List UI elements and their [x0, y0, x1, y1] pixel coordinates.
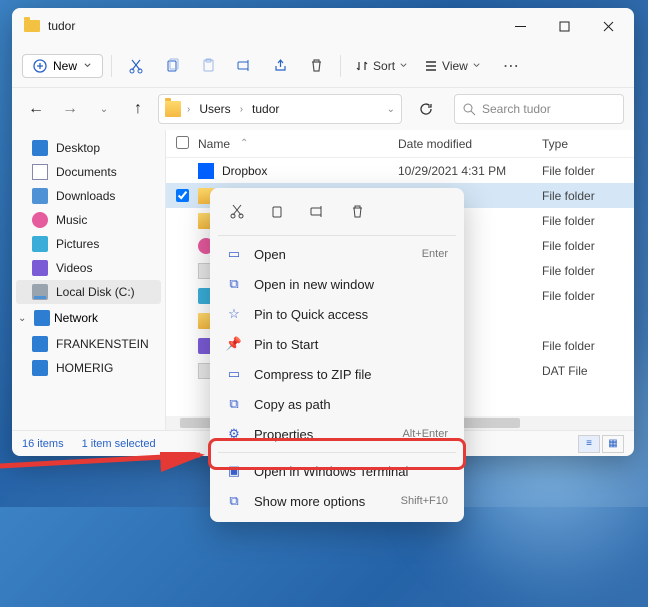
ctx-delete-icon[interactable]	[340, 196, 374, 226]
ctx-rename-icon[interactable]	[300, 196, 334, 226]
sidebar-item-music[interactable]: Music	[12, 208, 165, 232]
zip-icon: ▭	[226, 366, 242, 382]
refresh-button[interactable]	[412, 95, 440, 123]
pin-icon: 📌	[226, 336, 242, 352]
sidebar: DesktopDocumentsDownloadsMusicPicturesVi…	[12, 130, 166, 430]
new-button[interactable]: New	[22, 54, 103, 78]
cut-icon[interactable]	[120, 50, 152, 82]
music-icon	[32, 212, 48, 228]
ctx-copy-icon[interactable]	[260, 196, 294, 226]
paste-icon[interactable]	[192, 50, 224, 82]
chevron-down-icon[interactable]: ⌄	[387, 104, 395, 115]
vid-icon	[32, 260, 48, 276]
ctx-pin-to-start[interactable]: 📌Pin to Start	[216, 329, 458, 359]
navbar: ← → ⌄ ↑ › Users › tudor ⌄ Search tudor	[12, 88, 634, 130]
computer-icon	[32, 360, 48, 376]
minimize-button[interactable]	[498, 10, 542, 42]
rename-icon[interactable]	[228, 50, 260, 82]
ctx-pin-to-quick-access[interactable]: ☆Pin to Quick access	[216, 299, 458, 329]
dropbox-icon	[198, 163, 214, 179]
icons-view-button[interactable]: ▦	[602, 435, 624, 453]
search-input[interactable]: Search tudor	[454, 94, 624, 124]
ctx-copy-as-path[interactable]: ⧉Copy as path	[216, 389, 458, 419]
view-button[interactable]: View	[418, 55, 487, 77]
selected-count: 1 item selected	[82, 438, 156, 450]
item-count: 16 items	[22, 438, 64, 450]
ctx-properties[interactable]: ⚙PropertiesAlt+Enter	[216, 419, 458, 449]
disk-icon	[32, 284, 48, 300]
sidebar-network[interactable]: ⌄Network	[12, 304, 165, 332]
folder-icon	[165, 101, 181, 117]
details-view-button[interactable]: ≡	[578, 435, 600, 453]
newwin-icon: ⧉	[226, 276, 242, 292]
sidebar-item-homerig[interactable]: HOMERIG	[12, 356, 165, 380]
sidebar-item-frankenstein[interactable]: FRANKENSTEIN	[12, 332, 165, 356]
props-icon: ⚙	[226, 426, 242, 442]
sort-button[interactable]: Sort	[349, 55, 414, 77]
up-button[interactable]: ↑	[124, 95, 152, 123]
down-icon	[32, 188, 48, 204]
doc-icon	[32, 164, 48, 180]
sidebar-item-documents[interactable]: Documents	[12, 160, 165, 184]
table-row[interactable]: Dropbox 10/29/2021 4:31 PM File folder	[166, 158, 634, 183]
sidebar-item-videos[interactable]: Videos	[12, 256, 165, 280]
ctx-open-in-windows-terminal[interactable]: ▣Open in Windows Terminal	[216, 456, 458, 486]
forward-button[interactable]: →	[56, 95, 84, 123]
sidebar-item-desktop[interactable]: Desktop	[12, 136, 165, 160]
ctx-cut-icon[interactable]	[220, 196, 254, 226]
close-button[interactable]	[586, 10, 630, 42]
address-bar[interactable]: › Users › tudor ⌄	[158, 94, 402, 124]
ctx-compress-to-zip-file[interactable]: ▭Compress to ZIP file	[216, 359, 458, 389]
ctx-show-more-options[interactable]: ⧉Show more optionsShift+F10	[216, 486, 458, 516]
breadcrumb[interactable]: Users	[196, 100, 233, 118]
network-icon	[34, 310, 50, 326]
annotation-arrow	[0, 452, 212, 480]
titlebar: tudor	[12, 8, 634, 44]
star-icon: ☆	[226, 306, 242, 322]
terminal-icon: ▣	[226, 463, 242, 479]
window-title: tudor	[48, 19, 75, 33]
new-label: New	[53, 59, 77, 73]
col-type[interactable]: Type	[542, 137, 634, 151]
breadcrumb[interactable]: tudor	[249, 100, 282, 118]
recent-chevron[interactable]: ⌄	[90, 95, 118, 123]
computer-icon	[32, 336, 48, 352]
more-icon[interactable]: ⋯	[495, 50, 527, 82]
context-menu: ▭OpenEnter⧉Open in new window☆Pin to Qui…	[210, 188, 464, 522]
search-icon	[463, 103, 476, 116]
col-name[interactable]: Name	[198, 137, 230, 151]
back-button[interactable]: ←	[22, 95, 50, 123]
open-icon: ▭	[226, 246, 242, 262]
folder-icon	[24, 20, 40, 32]
sidebar-item-pictures[interactable]: Pictures	[12, 232, 165, 256]
row-checkbox[interactable]	[176, 189, 189, 202]
select-all-checkbox[interactable]	[176, 136, 189, 149]
maximize-button[interactable]	[542, 10, 586, 42]
pic-icon	[32, 236, 48, 252]
desktop-icon	[32, 140, 48, 156]
toolbar: New Sort View ⋯	[12, 44, 634, 88]
sidebar-item-local-disk-c-[interactable]: Local Disk (C:)	[16, 280, 161, 304]
copy-icon[interactable]	[156, 50, 188, 82]
share-icon[interactable]	[264, 50, 296, 82]
column-headers: Name⌃ Date modified Type	[166, 130, 634, 158]
ctx-open-in-new-window[interactable]: ⧉Open in new window	[216, 269, 458, 299]
sidebar-item-downloads[interactable]: Downloads	[12, 184, 165, 208]
copypath-icon: ⧉	[226, 396, 242, 412]
delete-icon[interactable]	[300, 50, 332, 82]
ctx-open[interactable]: ▭OpenEnter	[216, 239, 458, 269]
col-date[interactable]: Date modified	[398, 137, 542, 151]
